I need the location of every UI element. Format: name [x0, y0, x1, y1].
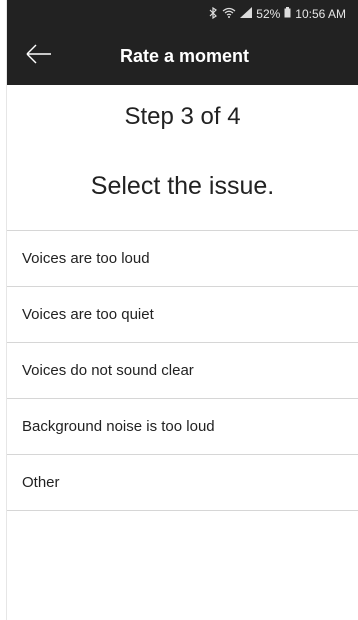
battery-percent: 52% — [256, 7, 281, 21]
arrow-left-icon — [25, 44, 53, 69]
step-indicator: Step 3 of 4 — [124, 103, 241, 130]
status-bar: 52% 10:56 AM — [7, 0, 358, 28]
signal-icon — [240, 7, 253, 21]
clock: 10:56 AM — [295, 7, 346, 21]
issue-option-too-quiet[interactable]: Voices are too quiet — [7, 287, 358, 343]
issue-option-background-noise[interactable]: Background noise is too loud — [7, 399, 358, 455]
back-button[interactable] — [21, 40, 57, 72]
instruction-heading: Select the issue. — [90, 172, 275, 200]
app-title: Rate a moment — [119, 46, 250, 66]
issue-option-other[interactable]: Other — [7, 455, 358, 511]
wifi-icon — [222, 7, 236, 21]
issue-option-not-clear[interactable]: Voices do not sound clear — [7, 343, 358, 399]
bluetooth-icon — [209, 6, 218, 22]
screen: 52% 10:56 AM Rate a moment Step 3 of 4 S… — [0, 0, 358, 620]
battery-icon — [284, 7, 291, 21]
left-edge-strip — [0, 0, 7, 620]
issue-option-too-loud[interactable]: Voices are too loud — [7, 231, 358, 287]
app-bar: Rate a moment — [7, 28, 358, 85]
issue-list: Voices are too loud Voices are too quiet… — [7, 230, 358, 511]
